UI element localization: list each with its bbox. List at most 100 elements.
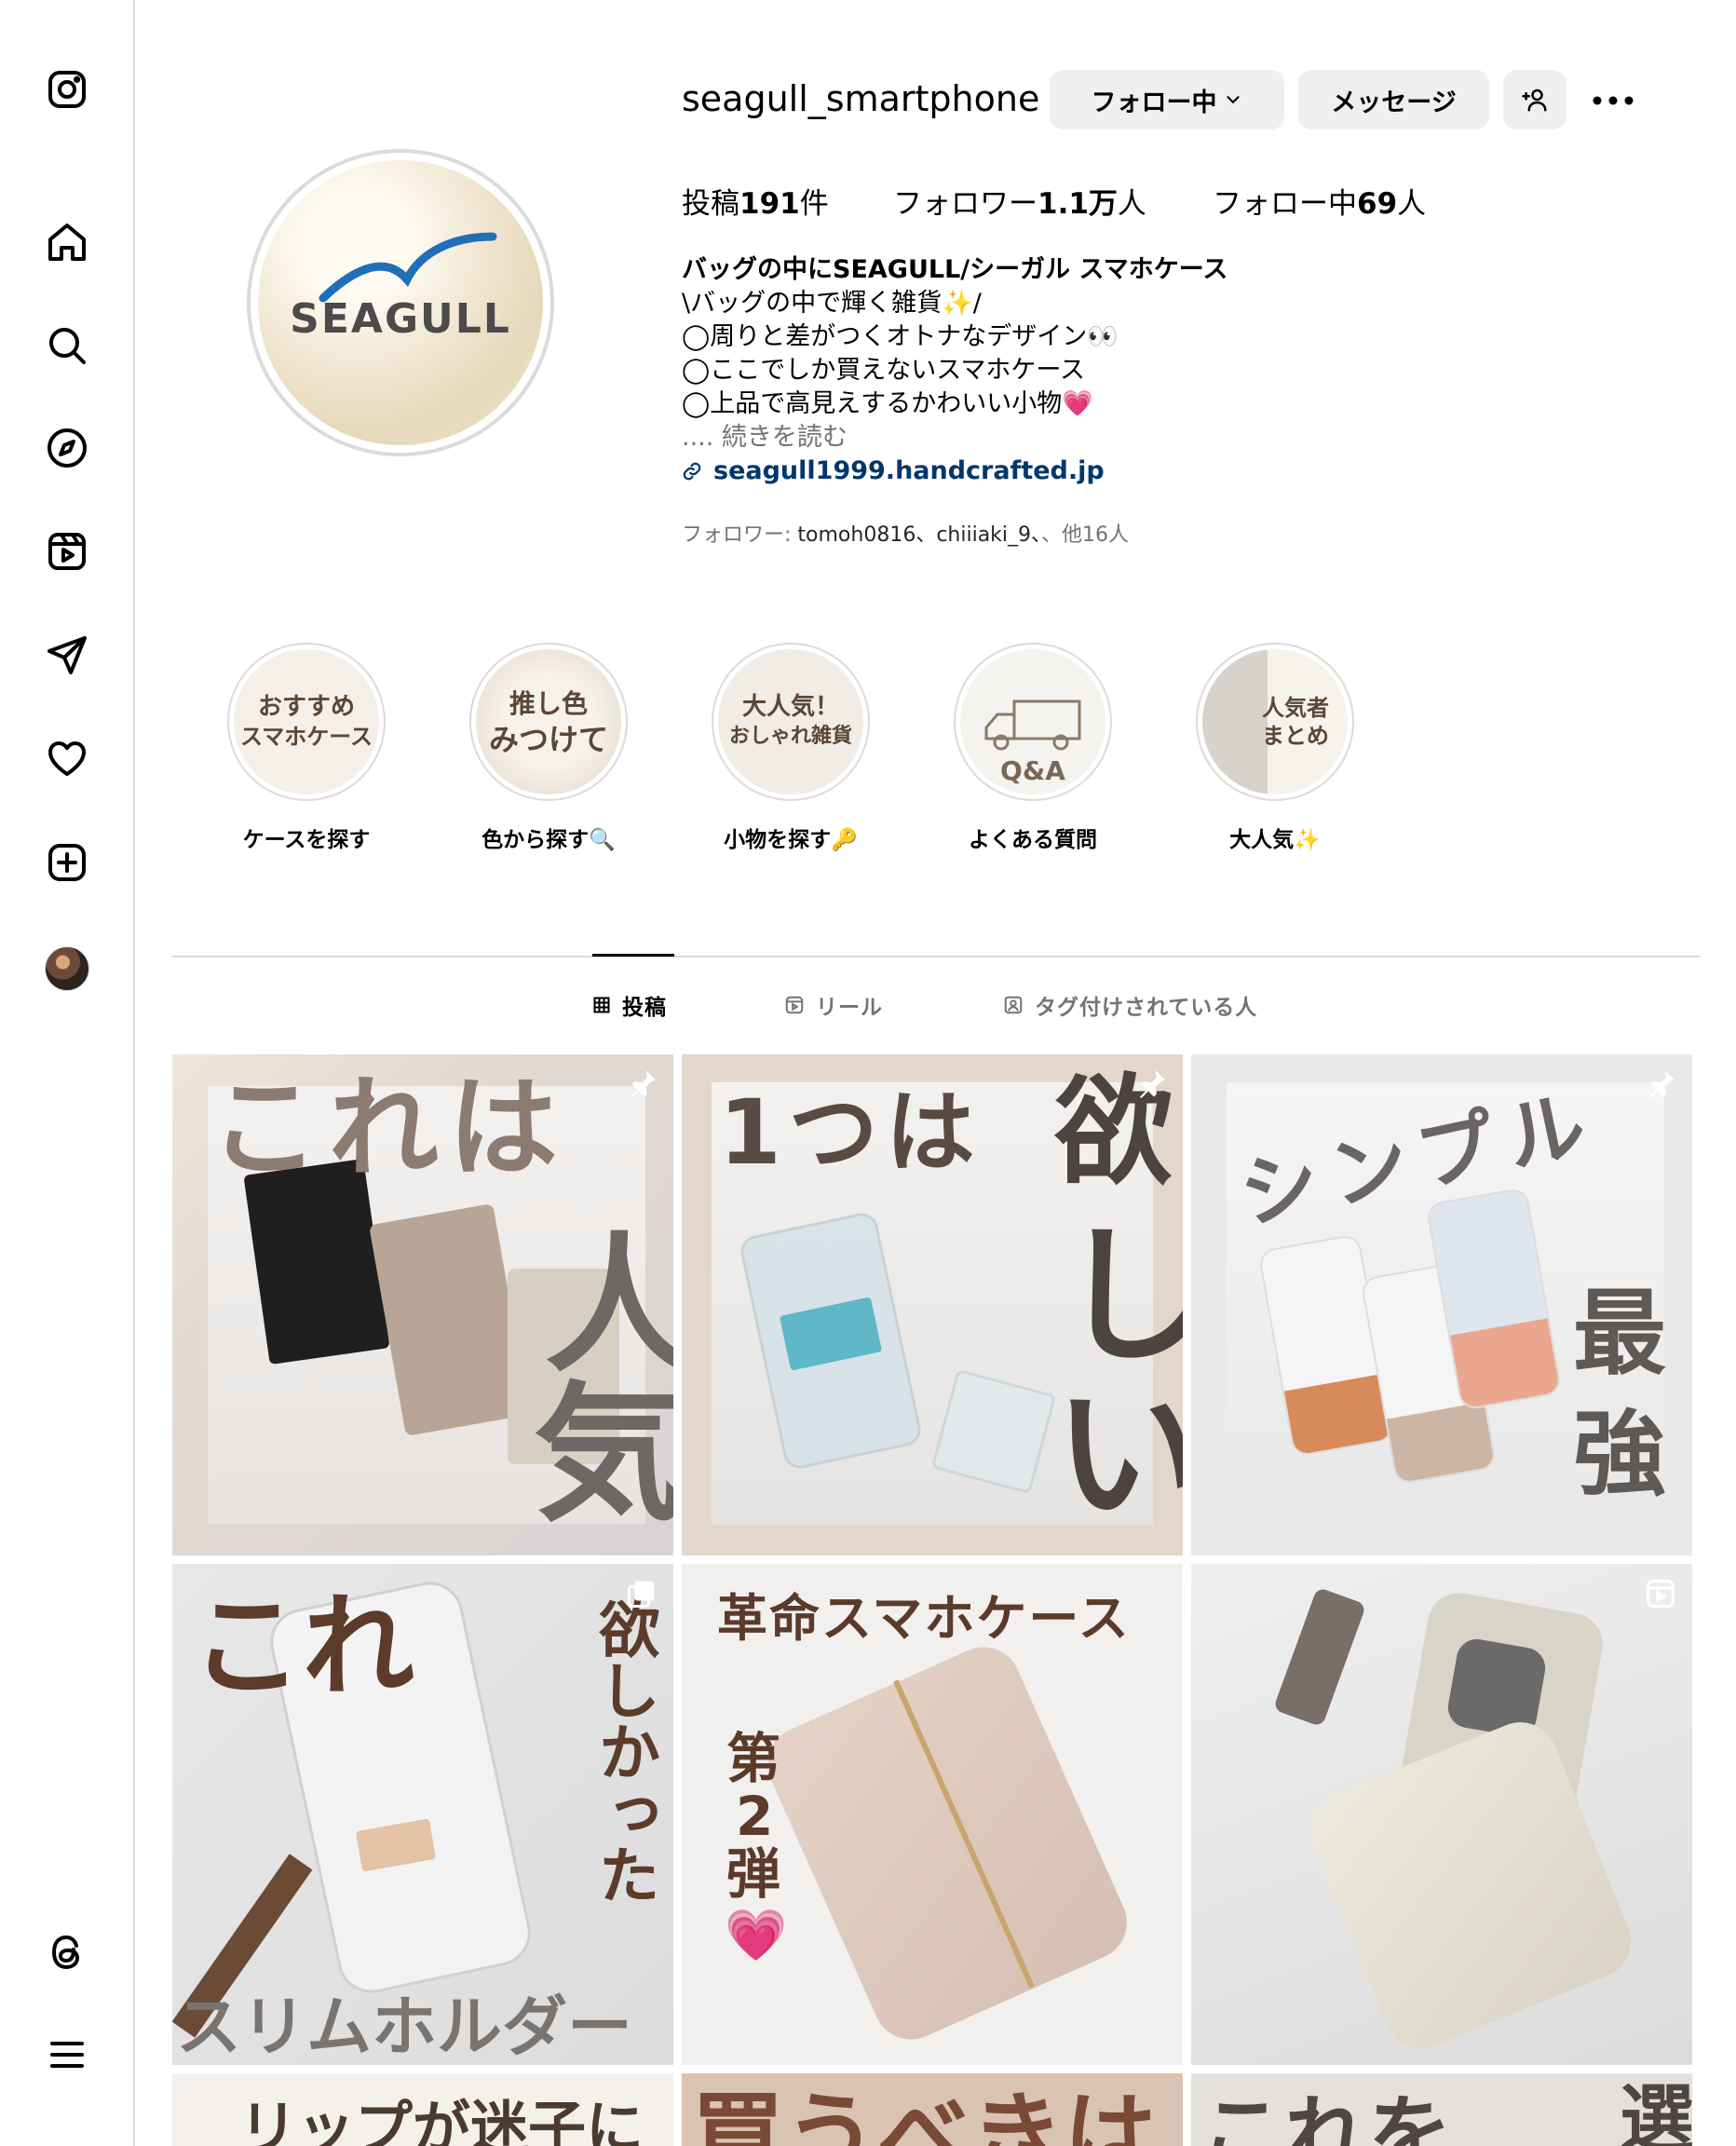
- followed-by-suffix: 、他16人: [1041, 523, 1130, 547]
- pinned-icon: [1140, 1070, 1165, 1098]
- post-tile[interactable]: 買うべきは: [682, 2073, 1183, 2146]
- bio-line: ◯周りと差がつくオトナなデザイン👀: [682, 322, 1119, 351]
- highlight-cover: 人気者 まとめ: [1196, 643, 1354, 801]
- post-tile[interactable]: [1191, 1564, 1692, 2065]
- post-tile[interactable]: これ 欲しかった スリムホルダー: [172, 1564, 673, 2065]
- explore-compass-icon[interactable]: [41, 422, 93, 474]
- profile-avatar-icon[interactable]: [41, 943, 93, 995]
- post-tile[interactable]: 1つは 欲 し い: [682, 1054, 1183, 1555]
- pinned-icon: [1649, 1070, 1675, 1098]
- home-icon[interactable]: [41, 216, 93, 268]
- suggest-user-button[interactable]: [1503, 70, 1566, 129]
- chevron-down-icon: [1226, 96, 1240, 104]
- message-button[interactable]: メッセージ: [1298, 70, 1489, 129]
- more-options-button[interactable]: [1584, 75, 1642, 127]
- stat-suffix: 件: [799, 187, 829, 221]
- highlight-cover: 推し色 みつけて: [469, 643, 628, 801]
- profile-picture[interactable]: SEAGULL: [247, 149, 554, 456]
- stat-followers[interactable]: フォロワー1.1万人: [893, 180, 1146, 222]
- stat-value: 191: [739, 187, 800, 221]
- tab-tagged[interactable]: タグ付けされている人: [1003, 989, 1257, 1021]
- truck-icon: [984, 699, 1081, 750]
- post-tile[interactable]: リップが迷子に: [172, 2073, 673, 2146]
- messages-send-icon[interactable]: [41, 629, 93, 681]
- bio: バッグの中にSEAGULL/シーガル スマホケース \バッグの中で輝く雑貨✨/ …: [682, 253, 1334, 488]
- post-tile[interactable]: これを 選: [1191, 2073, 1692, 2146]
- username: seagull_smartphone: [682, 78, 1040, 119]
- website-link[interactable]: seagull1999.handcrafted.jp: [682, 455, 1334, 488]
- message-button-label: メッセージ: [1331, 88, 1457, 117]
- stat-suffix: 人: [1117, 187, 1146, 221]
- post-overlay-text: 革命スマホケース: [717, 1589, 1131, 1648]
- post-overlay-text: 最: [1573, 1279, 1666, 1388]
- reel-icon: [1646, 1579, 1675, 1609]
- pinned-icon: [631, 1070, 656, 1098]
- highlight-item[interactable]: 推し色 みつけて 色から探す🔍: [467, 643, 631, 853]
- bio-line: ◯ここでしか買えないスマホケース: [682, 356, 1086, 385]
- add-user-icon: [1522, 88, 1547, 112]
- post-tile[interactable]: 革命スマホケース 第 2 弾 💗: [682, 1564, 1183, 2065]
- post-overlay-text: し: [1059, 1209, 1183, 1383]
- stat-suffix: 人: [1397, 187, 1427, 221]
- threads-icon[interactable]: [41, 1926, 93, 1978]
- highlight-item[interactable]: Q&A よくある質問: [951, 643, 1115, 853]
- search-icon[interactable]: [41, 319, 93, 372]
- highlight-item[interactable]: おすすめ スマホケース ケースを探す: [224, 643, 388, 853]
- notifications-heart-icon[interactable]: [41, 732, 93, 784]
- post-overlay-text: い: [1054, 1367, 1183, 1542]
- post-overlay-text: 1つは: [719, 1080, 983, 1185]
- grid-icon: [593, 997, 610, 1013]
- following-button[interactable]: フォロー中: [1050, 70, 1284, 129]
- post-overlay-text: 買うべきは: [691, 2082, 1157, 2146]
- avatar: [45, 946, 89, 991]
- highlight-cover-image: 推し色 みつけて: [476, 649, 621, 795]
- stat-label: フォロー中: [1213, 187, 1357, 221]
- post-overlay-text: 第: [726, 1727, 781, 1790]
- sidebar-nav: [0, 0, 135, 2146]
- highlight-cover-image: おすすめ スマホケース: [234, 649, 379, 795]
- highlight-label: 大人気✨: [1229, 828, 1321, 852]
- highlight-label: よくある質問: [969, 828, 1097, 852]
- highlight-cover-text: みつけて: [488, 722, 608, 757]
- create-plus-icon[interactable]: [41, 836, 93, 889]
- highlight-item[interactable]: 大人気！ おしゃれ雑貨 小物を探す🔑: [709, 643, 873, 853]
- pink-pouch-case: [755, 1635, 1139, 2052]
- post-overlay-text: 選: [1620, 2076, 1692, 2146]
- highlight-label: ケースを探す: [242, 828, 371, 852]
- tabs-divider: [172, 956, 1700, 958]
- reels-icon[interactable]: [41, 525, 93, 577]
- post-overlay-text: 強: [1573, 1400, 1666, 1509]
- highlight-cover-text: 大人気！: [741, 693, 839, 721]
- followed-by[interactable]: フォロワー: tomoh0816、chiiiaki_9、、他16人: [682, 518, 1129, 548]
- display-name: バッグの中にSEAGULL/シーガル スマホケース: [682, 255, 1228, 284]
- reels-tab-icon: [785, 996, 804, 1014]
- instagram-logo-icon[interactable]: [41, 63, 93, 115]
- tagged-person-icon: [1004, 996, 1023, 1014]
- following-button-label: フォロー中: [1091, 88, 1217, 117]
- tab-posts[interactable]: 投稿: [592, 989, 667, 1021]
- highlight-item[interactable]: 人気者 まとめ 大人気✨: [1193, 643, 1357, 853]
- post-overlay-text: 欲しかった: [589, 1597, 660, 1905]
- cream-pouch: [1298, 1711, 1643, 2059]
- post-tile[interactable]: これは 人 気: [172, 1054, 673, 1555]
- carousel-icon: [628, 1581, 655, 1608]
- read-more-link[interactable]: .... 続きを読む: [682, 421, 1334, 455]
- menu-hamburger-icon[interactable]: [41, 2029, 93, 2081]
- stat-following[interactable]: フォロー中69人: [1213, 180, 1426, 222]
- highlight-cover-text: まとめ: [1262, 723, 1329, 749]
- post-overlay-text: これは: [210, 1064, 568, 1192]
- bio-line: ◯上品で高見えするかわいい小物💗: [682, 389, 1093, 418]
- tab-label: 投稿: [622, 996, 667, 1020]
- highlight-cover-text: Q&A: [1000, 754, 1065, 786]
- highlight-label: 小物を探す🔑: [724, 828, 858, 852]
- profile-main: SEAGULL seagull_smartphone フォロー中 メッセージ 投…: [135, 0, 1736, 2146]
- highlight-cover-image: Q&A: [960, 649, 1105, 795]
- tab-reels[interactable]: リール: [784, 989, 883, 1021]
- post-overlay-text: リップが迷子に: [239, 2094, 644, 2146]
- logo-text: SEAGULL: [290, 295, 511, 343]
- tab-label: リール: [816, 996, 883, 1020]
- post-tile[interactable]: シンプル 最 強: [1191, 1054, 1692, 1555]
- lipstick: [1272, 1586, 1367, 1728]
- seagull-logo: SEAGULL: [258, 160, 543, 445]
- stat-value: 69: [1357, 187, 1398, 221]
